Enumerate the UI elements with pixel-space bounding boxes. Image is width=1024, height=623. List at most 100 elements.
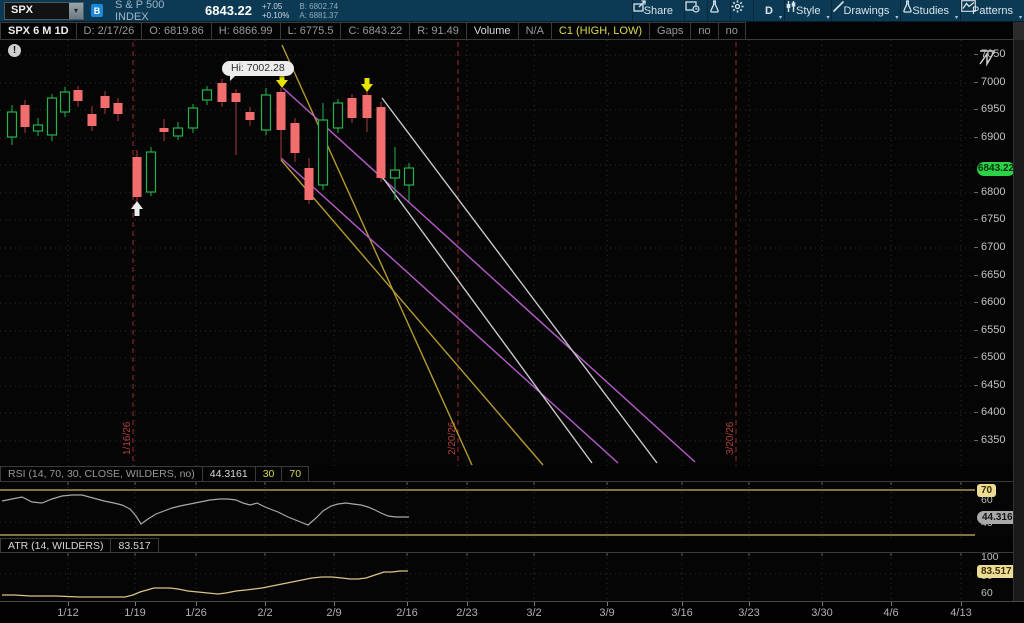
- header-cell: no: [719, 22, 746, 40]
- price-tick-label: 6500: [981, 352, 1005, 363]
- atr-header-row: ATR (14, WILDERS)83.517: [0, 538, 1024, 553]
- change-abs: +7.05: [262, 2, 289, 11]
- studies-button[interactable]: Studies ▾: [900, 0, 960, 21]
- atr-line: [2, 571, 408, 597]
- style-button[interactable]: Style ▾: [784, 0, 831, 21]
- header-cell: H: 6866.99: [212, 22, 281, 40]
- header-cell: no: [691, 22, 718, 40]
- candle: [174, 122, 183, 140]
- bid-value: B: 6802.74: [299, 2, 338, 11]
- change-pct: +0.10%: [262, 11, 289, 20]
- atr-tick-label: 60: [981, 588, 993, 599]
- timeframe-button[interactable]: D ▾: [753, 0, 784, 21]
- header-cell: D: 2/17/26: [77, 22, 143, 40]
- time-axis-label: 2/9: [326, 607, 341, 619]
- time-axis[interactable]: 1/121/191/262/22/92/162/233/23/93/163/23…: [0, 601, 1024, 623]
- chart-header-row: SPX 6 M 1DD: 2/17/26O: 6819.86H: 6866.99…: [0, 22, 1024, 40]
- trendline-white-lower[interactable]: [383, 178, 592, 463]
- atr-value-badge: 83.517: [977, 565, 1016, 578]
- down-arrow-marker: [276, 74, 288, 88]
- time-axis-label: 3/23: [738, 607, 759, 619]
- time-axis-label: 1/12: [57, 607, 78, 619]
- candle: [34, 118, 43, 136]
- candle: [348, 94, 357, 123]
- event-date-label: 3/20/26: [725, 421, 736, 455]
- header-cell[interactable]: Volume: [467, 22, 519, 40]
- candle: [189, 104, 198, 133]
- symbol-input[interactable]: SPX ▾: [4, 2, 84, 20]
- time-axis-tick: [961, 602, 962, 606]
- time-axis-label: 2/16: [396, 607, 417, 619]
- right-scrollbar-gutter[interactable]: [1013, 22, 1024, 601]
- time-axis-tick: [682, 602, 683, 606]
- rsi-header-cell[interactable]: RSI (14, 70, 30, CLOSE, WILDERS, no): [0, 466, 203, 482]
- patterns-button[interactable]: Patterns ▾: [960, 0, 1024, 21]
- analyze-button[interactable]: [707, 0, 730, 21]
- candle: [114, 98, 123, 121]
- header-cell: R: 91.49: [410, 22, 467, 40]
- event-date-label: 1/16/26: [122, 421, 133, 455]
- candle: [334, 99, 343, 133]
- price-tick-label: 7050: [981, 49, 1005, 60]
- candle: [101, 91, 110, 114]
- symbol-value: SPX: [5, 3, 69, 19]
- header-cell[interactable]: C1 (HIGH, LOW): [552, 22, 650, 40]
- price-tick-label: 6350: [981, 435, 1005, 446]
- trendline-white-upper[interactable]: [382, 98, 657, 463]
- drawings-label: Drawings: [843, 5, 889, 17]
- last-price: 6843.22: [205, 3, 252, 18]
- drawings-button[interactable]: Drawings ▾: [831, 0, 900, 21]
- price-tick-label: 6600: [981, 297, 1005, 308]
- price-chart-canvas[interactable]: 1/16/262/20/263/20/26: [0, 40, 1013, 466]
- share-label: Share: [644, 5, 673, 17]
- gear-icon: [731, 0, 744, 13]
- settings-button[interactable]: [730, 0, 753, 21]
- atr-header-cell: 83.517: [111, 538, 158, 553]
- candle: [246, 107, 255, 126]
- symbol-dropdown-caret[interactable]: ▾: [69, 3, 83, 19]
- bid-ask: B: 6802.74 A: 6881.37: [299, 2, 338, 20]
- rsi-header-cell: 70: [282, 466, 309, 482]
- time-axis-label: 4/13: [950, 607, 971, 619]
- time-axis-tick: [407, 602, 408, 606]
- trendline-magenta-upper[interactable]: [283, 88, 695, 462]
- time-axis-label: 3/9: [599, 607, 614, 619]
- trendline-magenta-lower[interactable]: [281, 158, 618, 463]
- atr-panel[interactable]: 100806083.517: [0, 553, 1024, 601]
- alert-info-icon[interactable]: !: [8, 44, 21, 57]
- candle: [8, 105, 17, 145]
- candle: [291, 118, 300, 162]
- share-button[interactable]: Share: [632, 0, 684, 21]
- price-tick-label: 6700: [981, 242, 1005, 253]
- studies-label: Studies: [912, 5, 949, 17]
- candle: [218, 79, 227, 107]
- candle: [74, 86, 83, 107]
- time-axis-label: 4/6: [883, 607, 898, 619]
- caret-down-icon: ▾: [826, 14, 829, 21]
- rsi-panel[interactable]: 40607044.3161: [0, 482, 1024, 538]
- atr-tick-label: 100: [981, 552, 999, 563]
- price-tick-label: 6400: [981, 407, 1005, 418]
- down-arrow-marker: [361, 78, 373, 92]
- time-axis-tick: [196, 602, 197, 606]
- candle: [262, 88, 271, 135]
- atr-header-cell[interactable]: ATR (14, WILDERS): [0, 538, 111, 553]
- time-axis-label: 1/26: [185, 607, 206, 619]
- flask-icon: [901, 0, 914, 13]
- pencil-line-icon: [832, 0, 845, 13]
- candle: [203, 86, 212, 105]
- candle: [277, 88, 286, 160]
- candle: [232, 89, 241, 155]
- candle: [147, 147, 156, 196]
- style-icon: [785, 0, 797, 13]
- calendar-clock-icon: [685, 0, 700, 13]
- header-cell[interactable]: Gaps: [650, 22, 691, 40]
- axis-corner-button[interactable]: [1014, 22, 1024, 40]
- main-price-chart[interactable]: 1/16/262/20/263/20/26 ! Hi: 7002.28 7050…: [0, 40, 1024, 466]
- price-change: +7.05 +0.10%: [262, 2, 289, 20]
- calendar-button[interactable]: [684, 0, 707, 21]
- time-axis-label: 2/23: [456, 607, 477, 619]
- high-price-callout: Hi: 7002.28: [222, 61, 294, 76]
- rsi-header-row: RSI (14, 70, 30, CLOSE, WILDERS, no)44.3…: [0, 466, 1024, 482]
- time-axis-tick: [891, 602, 892, 606]
